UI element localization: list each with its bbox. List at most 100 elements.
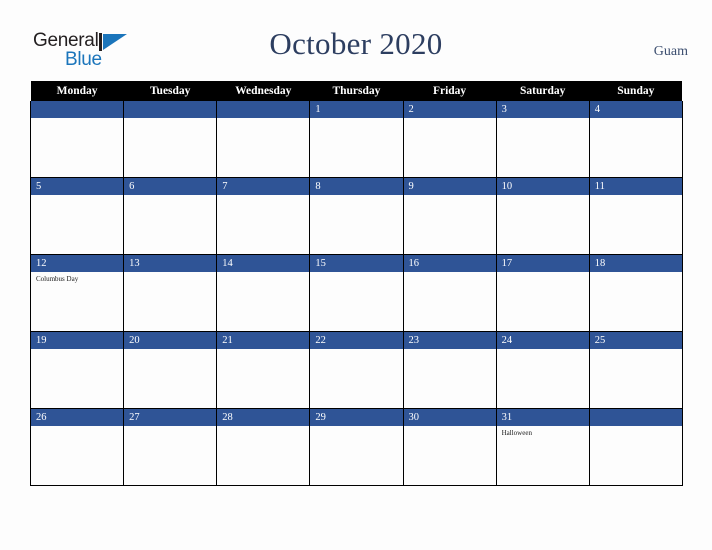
- day-events: Columbus Day: [31, 272, 123, 284]
- week-row: 12 Columbus Day 13 14 15 16 17 18: [29, 254, 683, 332]
- event-label: Halloween: [501, 429, 532, 437]
- weekday-header-row: Monday Tuesday Wednesday Thursday Friday…: [30, 81, 683, 101]
- day-events: [310, 118, 402, 121]
- day-number: 6: [124, 178, 217, 195]
- day-cell[interactable]: 11: [588, 177, 683, 255]
- day-number: 25: [589, 332, 682, 349]
- day-number: 5: [31, 178, 124, 195]
- day-cell[interactable]: 7: [216, 177, 311, 255]
- day-number: 28: [217, 409, 310, 426]
- day-number: 23: [403, 332, 496, 349]
- day-number: 21: [217, 332, 310, 349]
- day-cell[interactable]: 5: [29, 177, 125, 255]
- day-number: 29: [310, 409, 403, 426]
- day-number: 2: [403, 101, 496, 118]
- weeks-body: 1 2 3 4 5 6 7 8 9 10 11 12 Columbus Day 1…: [29, 101, 683, 486]
- region-label: Guam: [653, 44, 688, 59]
- day-number: 9: [403, 178, 496, 195]
- day-events: [590, 195, 682, 198]
- day-cell[interactable]: 19: [29, 331, 125, 409]
- day-events: [497, 195, 589, 198]
- day-events: [124, 118, 216, 121]
- day-events: [124, 426, 216, 429]
- day-number: 22: [310, 332, 403, 349]
- day-cell[interactable]: 12 Columbus Day: [29, 254, 125, 332]
- day-events: [404, 118, 496, 121]
- week-row: 19 20 21 22 23 24 25: [29, 331, 683, 409]
- day-events: [497, 118, 589, 121]
- day-cell[interactable]: [123, 101, 218, 178]
- week-row: 5 6 7 8 9 10 11: [29, 177, 683, 255]
- day-cell[interactable]: 4: [588, 101, 683, 178]
- day-cell[interactable]: 15: [309, 254, 404, 332]
- day-number: 11: [589, 178, 682, 195]
- day-events: [590, 272, 682, 275]
- day-number: 15: [310, 255, 403, 272]
- day-cell[interactable]: 31 Halloween: [495, 408, 590, 486]
- day-events: [310, 272, 402, 275]
- day-events: [217, 272, 309, 275]
- day-events: [124, 272, 216, 275]
- day-events: [590, 118, 682, 121]
- day-events: [310, 195, 402, 198]
- day-events: [217, 349, 309, 352]
- day-cell[interactable]: 26: [29, 408, 125, 486]
- day-cell[interactable]: [29, 101, 125, 178]
- day-cell[interactable]: 24: [495, 331, 590, 409]
- day-cell[interactable]: 17: [495, 254, 590, 332]
- day-cell[interactable]: 16: [402, 254, 497, 332]
- day-cell[interactable]: 27: [123, 408, 218, 486]
- day-cell[interactable]: 13: [123, 254, 218, 332]
- day-cell[interactable]: 14: [216, 254, 311, 332]
- day-cell[interactable]: 10: [495, 177, 590, 255]
- day-events: [124, 195, 216, 198]
- day-events: [404, 195, 496, 198]
- day-cell[interactable]: 28: [216, 408, 311, 486]
- day-number: 4: [589, 101, 682, 118]
- day-cell[interactable]: 25: [588, 331, 683, 409]
- day-events: [217, 118, 309, 121]
- day-cell[interactable]: 30: [402, 408, 497, 486]
- day-number: 10: [496, 178, 589, 195]
- day-cell[interactable]: 21: [216, 331, 311, 409]
- day-events: [404, 349, 496, 352]
- day-cell[interactable]: 1: [309, 101, 404, 178]
- day-number: [217, 101, 310, 118]
- day-cell[interactable]: [216, 101, 311, 178]
- day-cell[interactable]: 8: [309, 177, 404, 255]
- day-events: [404, 426, 496, 429]
- day-number: 17: [496, 255, 589, 272]
- day-number: 26: [31, 409, 124, 426]
- day-cell[interactable]: 29: [309, 408, 404, 486]
- day-cell[interactable]: 6: [123, 177, 218, 255]
- day-number: 8: [310, 178, 403, 195]
- day-events: [31, 118, 123, 121]
- day-number: 24: [496, 332, 589, 349]
- page-header: General Blue October 2020 Guam: [0, 0, 712, 81]
- day-events: [497, 349, 589, 352]
- day-cell[interactable]: 22: [309, 331, 404, 409]
- day-cell[interactable]: 18: [588, 254, 683, 332]
- day-number: 3: [496, 101, 589, 118]
- weekday-header-tuesday: Tuesday: [123, 81, 217, 101]
- day-events: [404, 272, 496, 275]
- day-number: 18: [589, 255, 682, 272]
- day-number: 19: [31, 332, 124, 349]
- day-cell[interactable]: 2: [402, 101, 497, 178]
- day-cell[interactable]: 20: [123, 331, 218, 409]
- calendar-page: General Blue October 2020 Guam Monday Tu…: [0, 0, 712, 550]
- day-cell[interactable]: 3: [495, 101, 590, 178]
- weekday-header-saturday: Saturday: [496, 81, 590, 101]
- day-number: 16: [403, 255, 496, 272]
- weekday-header-sunday: Sunday: [589, 81, 683, 101]
- day-cell[interactable]: 9: [402, 177, 497, 255]
- day-number: 13: [124, 255, 217, 272]
- day-cell[interactable]: 23: [402, 331, 497, 409]
- day-events: [31, 349, 123, 352]
- day-number: 30: [403, 409, 496, 426]
- week-row: 1 2 3 4: [29, 101, 683, 178]
- day-number: 1: [310, 101, 403, 118]
- day-events: [590, 426, 682, 429]
- day-cell[interactable]: [588, 408, 683, 486]
- month-grid: Monday Tuesday Wednesday Thursday Friday…: [29, 81, 683, 486]
